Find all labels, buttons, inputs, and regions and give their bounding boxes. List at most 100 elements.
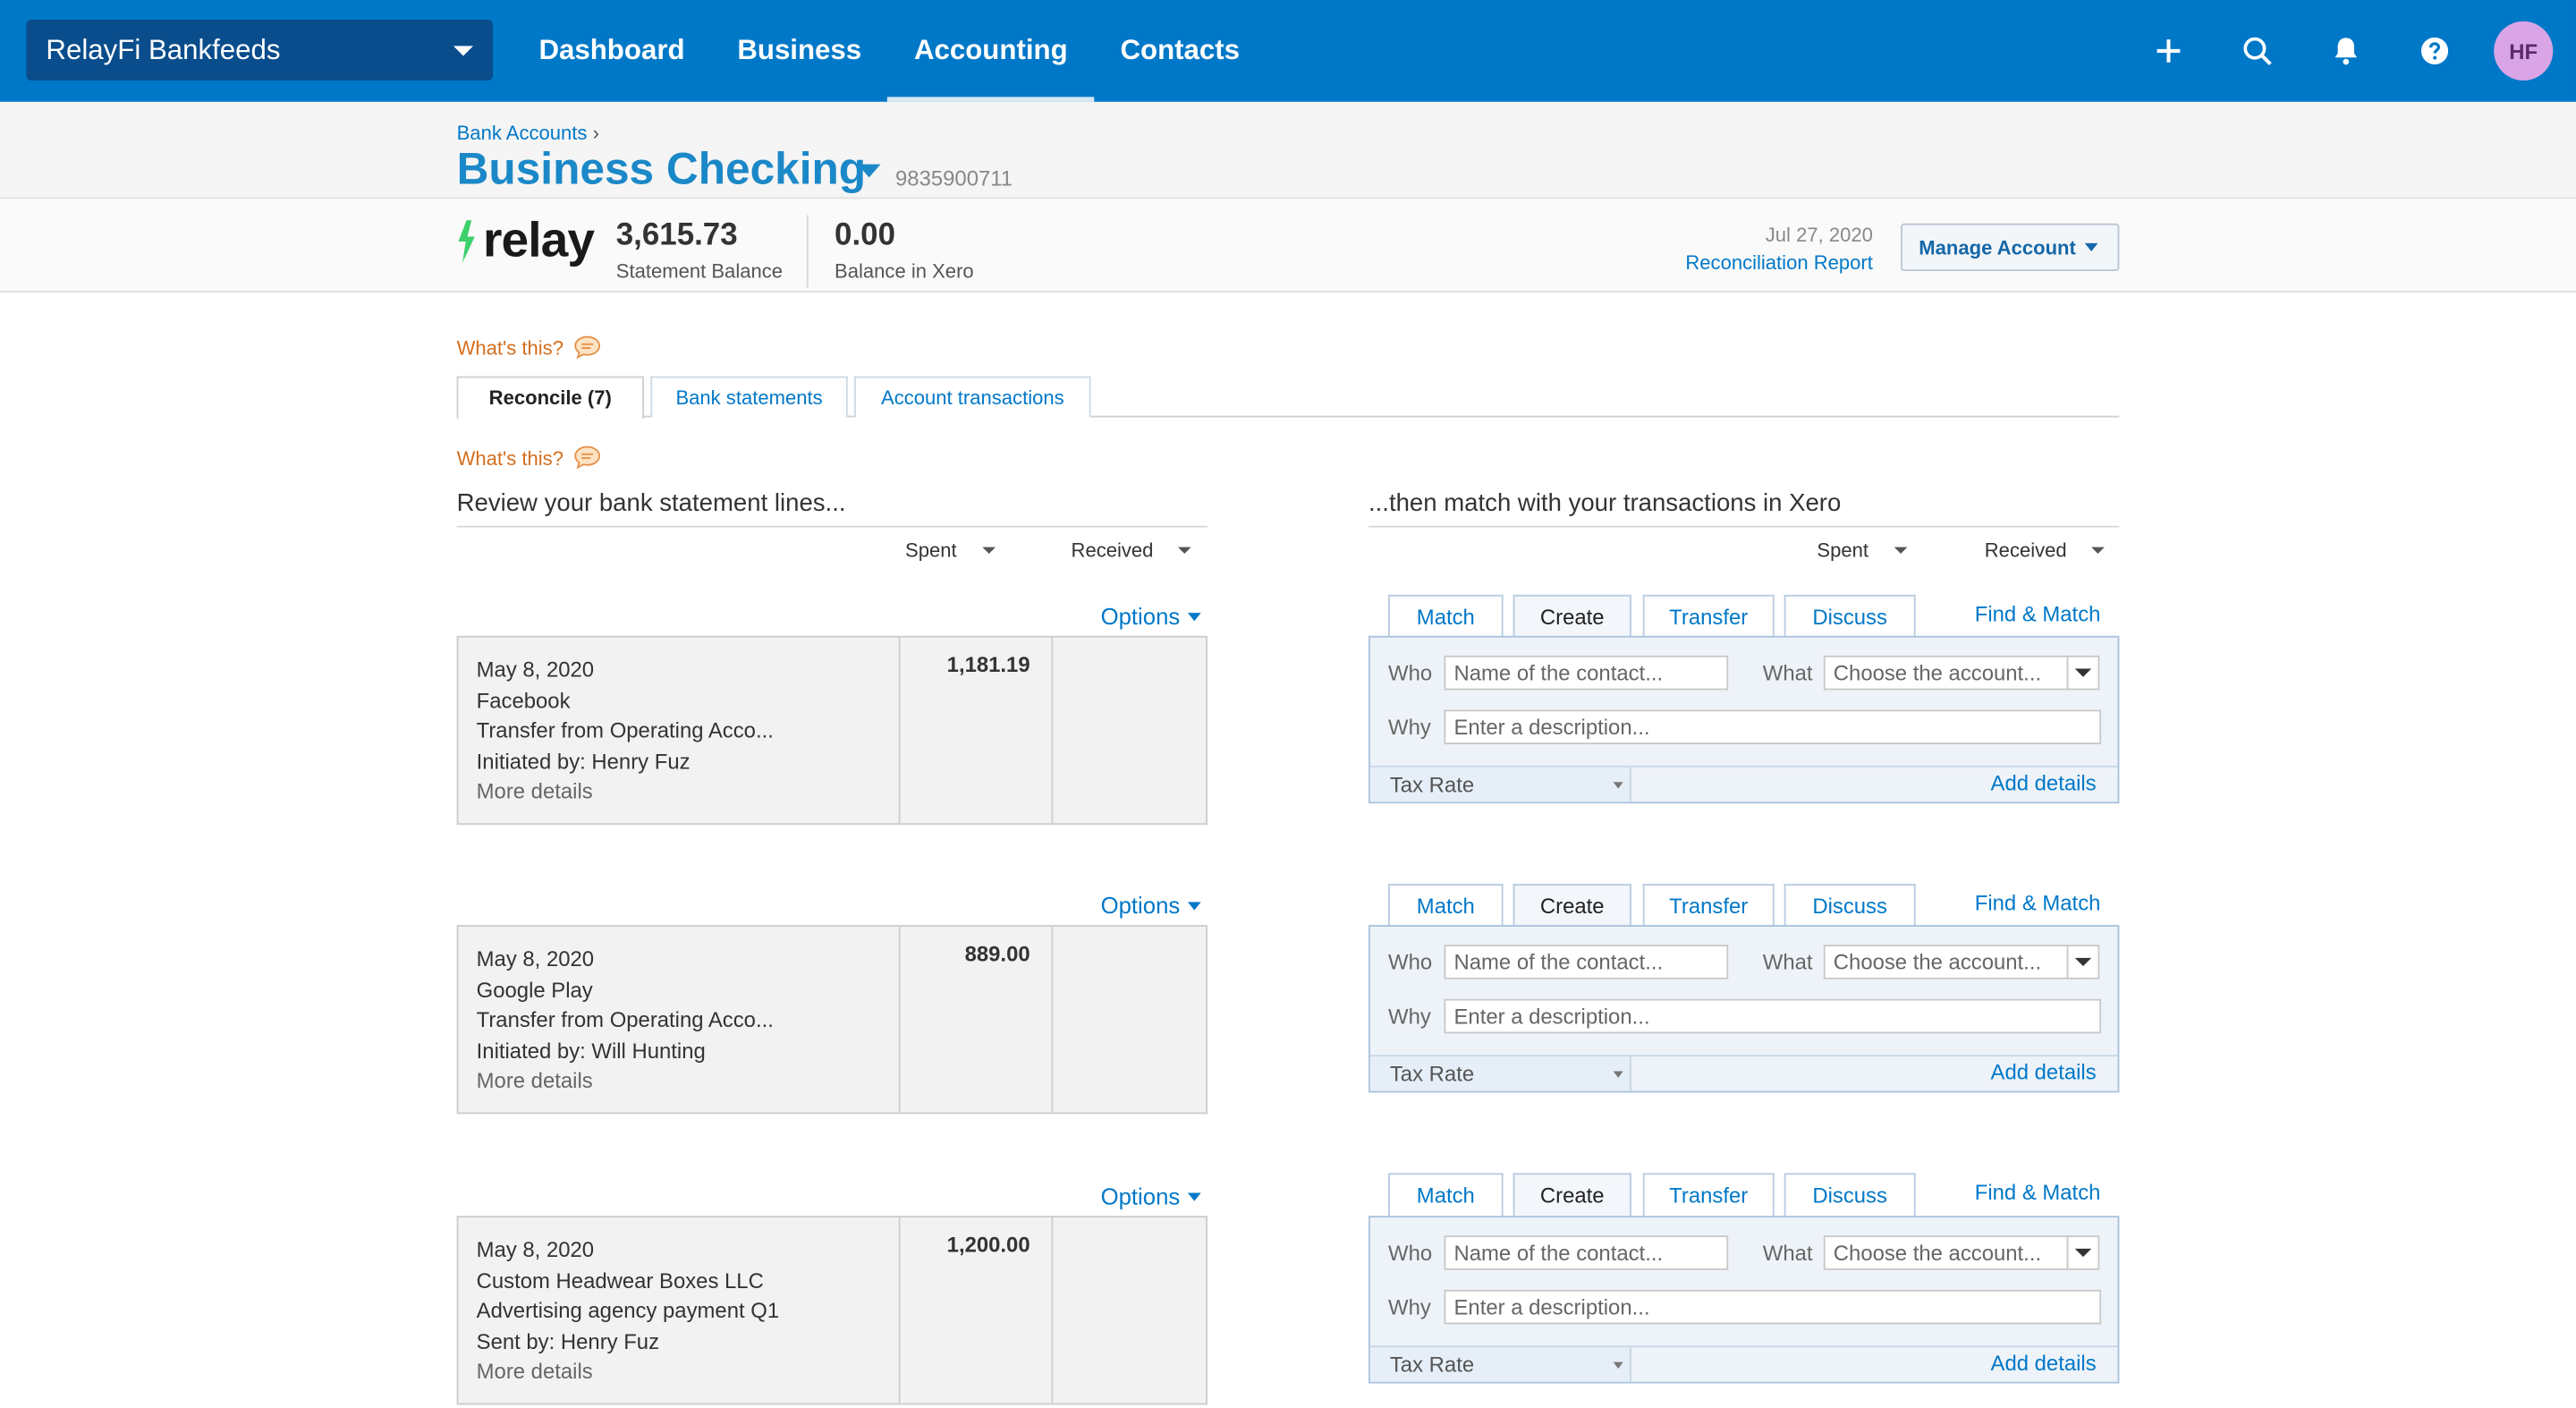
what-account-select[interactable]: Choose the account...	[1823, 945, 2083, 980]
why-description-input[interactable]: Enter a description...	[1444, 1289, 2102, 1325]
top-bar: RelayFi Bankfeeds Dashboard Business Acc…	[0, 0, 2576, 102]
tab-match[interactable]: Match	[1388, 594, 1504, 638]
right-sort-spent[interactable]: Spent	[1817, 539, 1908, 563]
tax-rate-label: Tax Rate	[1389, 1061, 1475, 1087]
whats-this-link[interactable]: What's this?	[457, 335, 602, 360]
who-contact-input[interactable]: Name of the contact...	[1444, 945, 1729, 980]
nav-contacts[interactable]: Contacts	[1094, 0, 1266, 102]
statement-payee: Facebook	[476, 687, 571, 713]
what-label: What	[1762, 660, 1813, 685]
avatar[interactable]: HF	[2494, 21, 2554, 81]
what-label: What	[1762, 1240, 1813, 1266]
speech-bubble-icon	[574, 445, 600, 470]
create-transaction-form: Who Name of the contact... What Choose t…	[1368, 635, 2120, 804]
whats-this-link[interactable]: What's this?	[457, 445, 602, 471]
tab-discuss[interactable]: Discuss	[1784, 594, 1916, 638]
left-sort-spent[interactable]: Spent	[905, 539, 996, 563]
tab-match[interactable]: Match	[1388, 1173, 1504, 1217]
statement-date: May 8, 2020	[476, 657, 595, 683]
account-switch-chevron-icon[interactable]	[857, 164, 881, 178]
sort-caret-icon	[1894, 547, 1908, 554]
tab-create[interactable]: Create	[1513, 884, 1631, 927]
add-details-link[interactable]: Add details	[1991, 1351, 2097, 1376]
relay-logo-text: relay	[482, 213, 595, 268]
tab-transfer[interactable]: Transfer	[1642, 1173, 1775, 1217]
what-account-select[interactable]: Choose the account...	[1823, 655, 2083, 691]
tax-rate-label: Tax Rate	[1389, 1352, 1475, 1378]
find-and-match-link[interactable]: Find & Match	[1975, 1180, 2101, 1205]
add-details-link[interactable]: Add details	[1991, 770, 2097, 795]
breadcrumb-bank-accounts[interactable]: Bank Accounts	[457, 122, 588, 145]
tab-create[interactable]: Create	[1513, 594, 1631, 638]
sort-received-label: Received	[1984, 539, 2067, 563]
tab-match[interactable]: Match	[1388, 884, 1504, 927]
tab-transfer[interactable]: Transfer	[1642, 594, 1775, 638]
why-description-input[interactable]: Enter a description...	[1444, 709, 2102, 745]
add-details-link[interactable]: Add details	[1991, 1060, 2097, 1085]
reconcile-tabs: Reconcile (7) Bank statements Account tr…	[456, 376, 2120, 420]
speech-bubble-icon	[574, 335, 600, 360]
left-sort-received[interactable]: Received	[1071, 539, 1191, 563]
right-sort-received[interactable]: Received	[1984, 539, 2105, 563]
options-label: Options	[1100, 603, 1181, 630]
options-dropdown[interactable]: Options	[1100, 603, 1202, 630]
chevron-down-icon	[2084, 242, 2097, 252]
tax-rate-select[interactable]: Tax Rate	[1369, 1347, 1631, 1382]
who-contact-input[interactable]: Name of the contact...	[1444, 655, 1729, 691]
plus-icon[interactable]	[2139, 21, 2198, 81]
xero-balance-label: Balance in Xero	[835, 259, 974, 283]
tab-discuss[interactable]: Discuss	[1784, 1173, 1916, 1217]
find-and-match-link[interactable]: Find & Match	[1975, 601, 2101, 626]
statement-initiated-by: Initiated by: Will Hunting	[476, 1037, 706, 1063]
who-contact-input[interactable]: Name of the contact...	[1444, 1235, 1729, 1270]
column-divider	[1051, 926, 1054, 1113]
search-icon[interactable]	[2228, 21, 2287, 81]
reconciliation-report-link[interactable]: Reconciliation Report	[1685, 251, 1873, 275]
tax-rate-select[interactable]: Tax Rate	[1369, 1056, 1631, 1091]
statement-spent-amount: 1,181.19	[946, 652, 1030, 677]
why-label: Why	[1388, 1294, 1431, 1319]
tab-reconcile[interactable]: Reconcile (7)	[456, 376, 644, 420]
column-divider	[1051, 1217, 1054, 1404]
statement-balance: 3,615.73 Statement Balance	[616, 218, 783, 283]
chevron-down-icon	[1188, 613, 1202, 622]
tab-transfer[interactable]: Transfer	[1642, 884, 1775, 927]
help-icon[interactable]	[2405, 21, 2464, 81]
tab-account-transactions[interactable]: Account transactions	[854, 376, 1091, 418]
nav-business[interactable]: Business	[711, 0, 888, 102]
find-and-match-link[interactable]: Find & Match	[1975, 891, 2101, 916]
what-account-select[interactable]: Choose the account...	[1823, 1235, 2083, 1270]
tab-discuss[interactable]: Discuss	[1784, 884, 1916, 927]
nav-dashboard[interactable]: Dashboard	[513, 0, 711, 102]
who-label: Who	[1388, 949, 1433, 975]
account-dropdown-icon[interactable]	[2066, 655, 2100, 691]
who-label: Who	[1388, 660, 1433, 685]
more-details-link[interactable]: More details	[477, 777, 774, 808]
options-dropdown[interactable]: Options	[1100, 1183, 1202, 1209]
tax-rate-select[interactable]: Tax Rate	[1369, 767, 1631, 802]
tab-bank-statements[interactable]: Bank statements	[650, 376, 848, 418]
app-root: RelayFi Bankfeeds Dashboard Business Acc…	[0, 0, 2576, 1408]
sort-spent-label: Spent	[1817, 539, 1869, 563]
nav-accounting[interactable]: Accounting	[887, 0, 1095, 102]
chevron-down-icon	[1188, 902, 1202, 911]
options-label: Options	[1100, 1183, 1181, 1209]
sort-received-label: Received	[1071, 539, 1154, 563]
account-dropdown-icon[interactable]	[2066, 1235, 2100, 1270]
statement-line: May 8, 2020 Facebook Transfer from Opera…	[456, 635, 1208, 826]
options-dropdown[interactable]: Options	[1101, 892, 1202, 919]
tab-create[interactable]: Create	[1513, 1173, 1631, 1217]
more-details-link[interactable]: More details	[477, 1066, 774, 1097]
manage-account-button[interactable]: Manage Account	[1901, 223, 2120, 272]
account-dropdown-icon[interactable]	[2066, 945, 2100, 980]
chevron-down-icon	[1188, 1192, 1202, 1201]
why-description-input[interactable]: Enter a description...	[1444, 998, 2102, 1034]
statement-line: May 8, 2020 Google Play Transfer from Op…	[456, 925, 1208, 1115]
org-selector[interactable]: RelayFi Bankfeeds	[26, 20, 494, 81]
sort-spent-label: Spent	[905, 539, 957, 563]
more-details-link[interactable]: More details	[477, 1357, 779, 1387]
chevron-down-icon	[1613, 1071, 1623, 1078]
breadcrumb-separator: ›	[592, 121, 599, 145]
tax-rate-label: Tax Rate	[1389, 772, 1475, 797]
bell-icon[interactable]	[2317, 21, 2376, 81]
